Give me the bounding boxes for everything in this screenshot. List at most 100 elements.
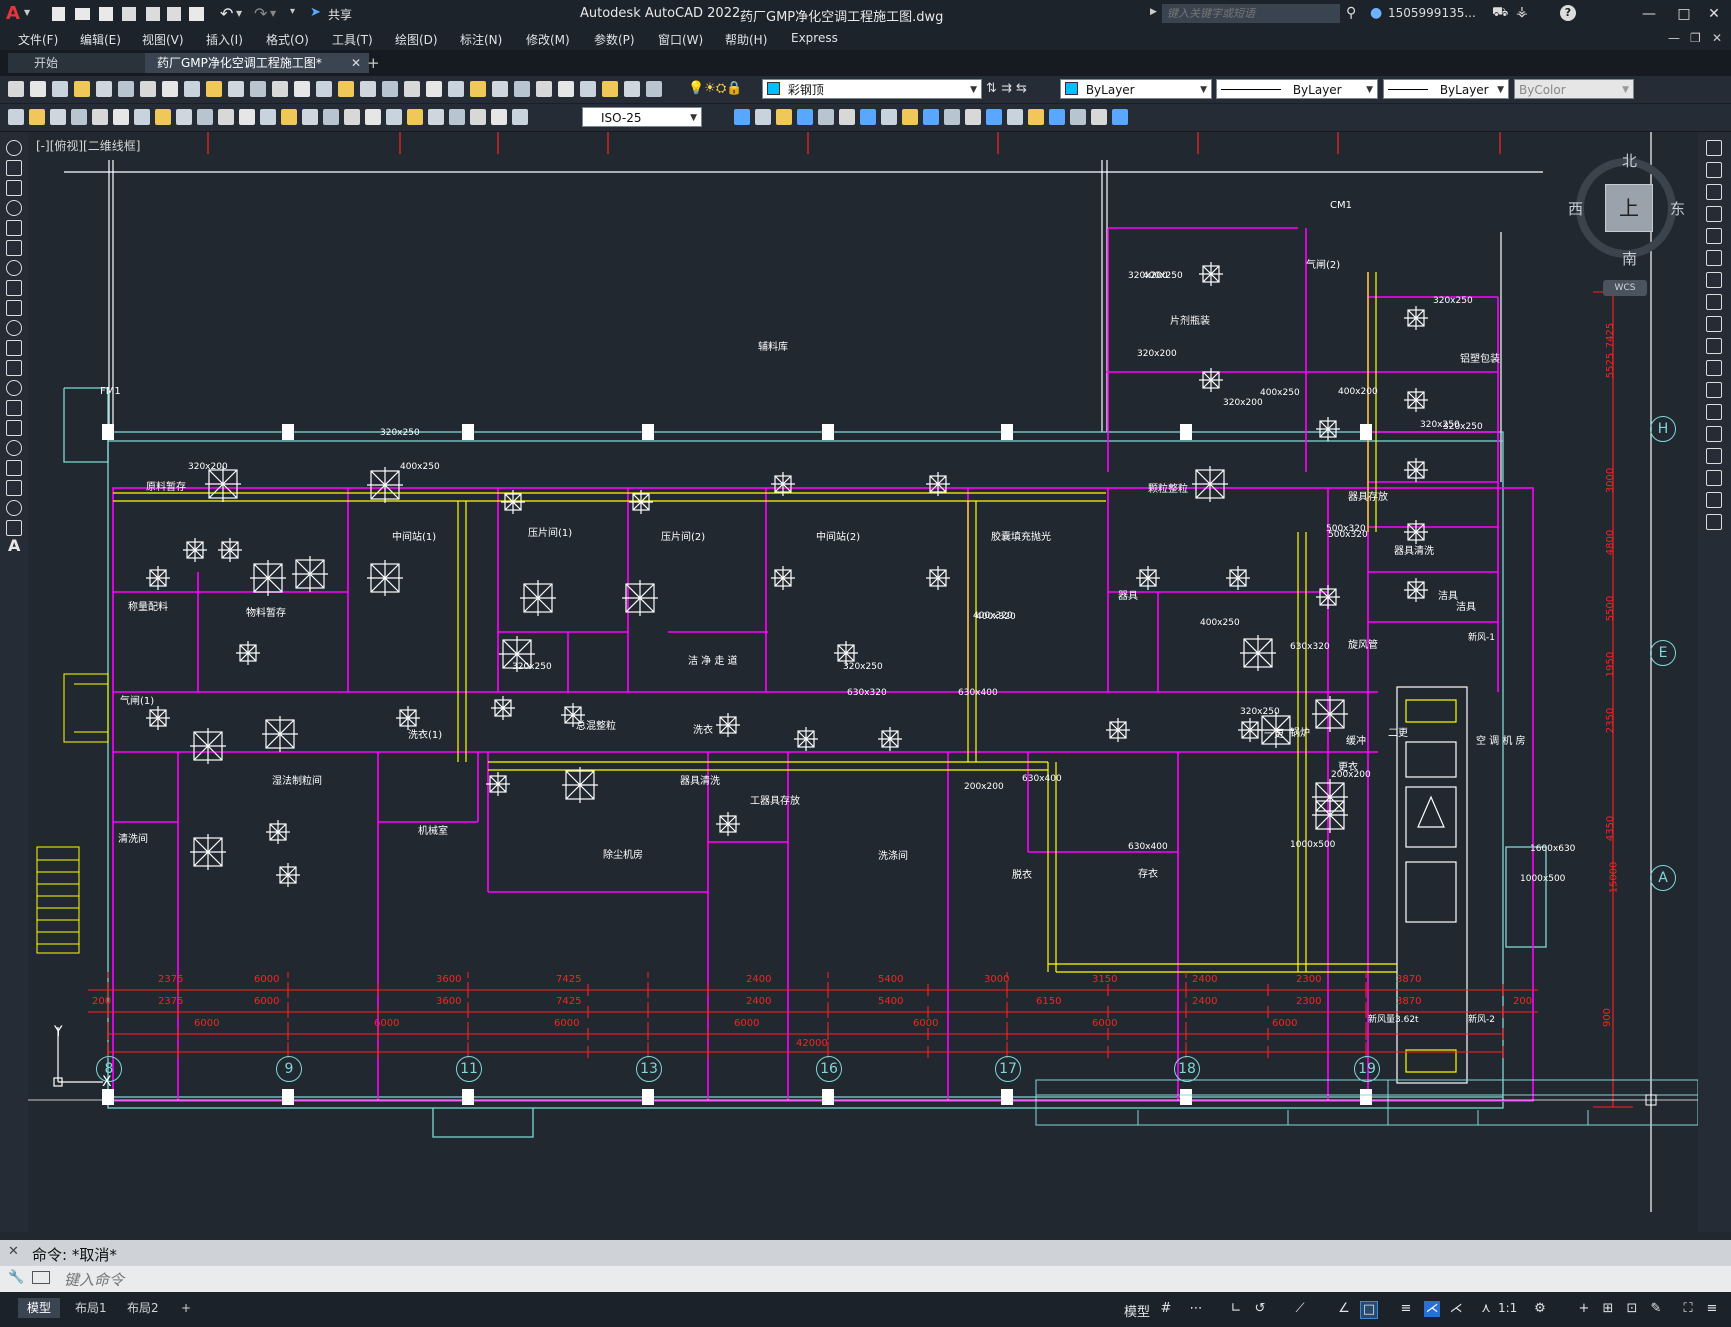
plot-icon[interactable] [189, 7, 204, 21]
search-input[interactable] [1162, 4, 1340, 23]
menu-tools[interactable]: 工具(T) [332, 31, 373, 48]
draw-tool-icon[interactable] [6, 280, 22, 296]
menu-file[interactable]: 文件(F) [18, 31, 58, 48]
toolbar-tool-icon[interactable] [646, 81, 662, 97]
help-icon[interactable]: ? [1560, 5, 1576, 21]
dimension-tool-icon[interactable] [407, 109, 423, 125]
isolate-objects-icon[interactable]: ✎ [1648, 1301, 1664, 1317]
layer-tools-icons[interactable]: ⇅ ⇉ ⇆ [986, 81, 1027, 96]
user-icon[interactable]: ● [1370, 5, 1382, 21]
redo-arrow-icon[interactable]: ▼ [270, 9, 276, 18]
modify-tool-icon[interactable] [818, 109, 834, 125]
modify-tool-icon[interactable] [1706, 338, 1722, 354]
toolbar-tool-icon[interactable] [52, 81, 68, 97]
minimize-button[interactable]: — [1640, 5, 1658, 23]
draw-tool-icon[interactable] [6, 160, 22, 176]
toolbar-tool-icon[interactable] [404, 81, 420, 97]
toolbar-tool-icon[interactable] [206, 81, 222, 97]
toolbar-tool-icon[interactable] [272, 81, 288, 97]
modify-tool-icon[interactable] [1112, 109, 1128, 125]
autodesk-icon[interactable]: ⚶ [1516, 4, 1528, 20]
toolbar-tool-icon[interactable] [74, 81, 90, 97]
menu-modify[interactable]: 修改(M) [526, 31, 570, 48]
modify-tool-icon[interactable] [755, 109, 771, 125]
dimension-tool-icon[interactable] [281, 109, 297, 125]
modify-tool-icon[interactable] [1706, 514, 1722, 530]
toolbar-tool-icon[interactable] [492, 81, 508, 97]
modify-tool-icon[interactable] [1706, 206, 1722, 222]
modify-tool-icon[interactable] [986, 109, 1002, 125]
modify-tool-icon[interactable] [1706, 404, 1722, 420]
menu-express[interactable]: Express [791, 31, 838, 45]
dimension-tool-icon[interactable] [218, 109, 234, 125]
dimension-tool-icon[interactable] [260, 109, 276, 125]
search-icon[interactable]: ⚲ [1346, 5, 1356, 21]
osnap-icon[interactable]: ∠ [1336, 1301, 1352, 1317]
toolbar-tool-icon[interactable] [294, 81, 310, 97]
modify-tool-icon[interactable] [1706, 250, 1722, 266]
viewcube[interactable]: 上 北 南 西 东 WCS [1558, 146, 1685, 296]
draw-tool-icon[interactable] [6, 140, 22, 156]
dimension-tool-icon[interactable] [302, 109, 318, 125]
modify-tool-icon[interactable] [839, 109, 855, 125]
modify-tool-icon[interactable] [1706, 470, 1722, 486]
menu-parameter[interactable]: 参数(P) [594, 31, 635, 48]
viewcube-west[interactable]: 西 [1568, 198, 1583, 219]
draw-tool-icon[interactable] [6, 240, 22, 256]
draw-tool-icon[interactable] [6, 460, 22, 476]
toolbar-tool-icon[interactable] [162, 81, 178, 97]
draw-tool-icon[interactable] [6, 320, 22, 336]
menu-dimension[interactable]: 标注(N) [460, 31, 502, 48]
close-button[interactable]: ✕ [1705, 5, 1723, 23]
modify-tool-icon[interactable] [1706, 448, 1722, 464]
undo-icon[interactable]: ↶ [220, 4, 233, 23]
share-icon[interactable]: ➤ [310, 5, 321, 20]
draw-tool-icon[interactable] [6, 220, 22, 236]
dimension-tool-icon[interactable] [197, 109, 213, 125]
dimension-tool-icon[interactable] [386, 109, 402, 125]
draw-tool-icon[interactable] [6, 480, 22, 496]
otrack-icon[interactable]: □ [1360, 1301, 1378, 1319]
modify-tool-icon[interactable] [797, 109, 813, 125]
dimension-tool-icon[interactable] [449, 109, 465, 125]
draw-tool-icon[interactable] [6, 500, 22, 516]
draw-tool-icon[interactable] [6, 260, 22, 276]
toolbar-tool-icon[interactable] [360, 81, 376, 97]
modify-tool-icon[interactable] [881, 109, 897, 125]
ortho-icon[interactable]: ∟ [1228, 1301, 1244, 1317]
modify-tool-icon[interactable] [1706, 316, 1722, 332]
modify-tool-icon[interactable] [1028, 109, 1044, 125]
toolbar-tool-icon[interactable] [624, 81, 640, 97]
menu-insert[interactable]: 插入(I) [206, 31, 243, 48]
toolbar-tool-icon[interactable] [426, 81, 442, 97]
dimension-tool-icon[interactable] [239, 109, 255, 125]
new-tab-button[interactable]: + [367, 54, 380, 72]
toolbar-tool-icon[interactable] [382, 81, 398, 97]
viewcube-north[interactable]: 北 [1622, 150, 1637, 171]
menu-format[interactable]: 格式(O) [266, 31, 309, 48]
dimension-tool-icon[interactable] [71, 109, 87, 125]
customize-wrench-icon[interactable]: 🔧 [8, 1270, 24, 1285]
dimension-tool-icon[interactable] [470, 109, 486, 125]
modify-tool-icon[interactable] [1706, 272, 1722, 288]
web-open-icon[interactable] [146, 7, 160, 21]
workspace-gear-icon[interactable]: ⚙ [1532, 1301, 1548, 1317]
menu-edit[interactable]: 编辑(E) [80, 31, 121, 48]
modify-tool-icon[interactable] [944, 109, 960, 125]
modify-tool-icon[interactable] [902, 109, 918, 125]
modify-tool-icon[interactable] [1706, 140, 1722, 156]
dimension-tool-icon[interactable] [176, 109, 192, 125]
modify-tool-icon[interactable] [1706, 492, 1722, 508]
toolbar-tool-icon[interactable] [316, 81, 332, 97]
tab-close-icon[interactable]: ✕ [351, 53, 361, 73]
draw-tool-icon[interactable] [6, 520, 22, 536]
polar-icon[interactable]: ↺ [1252, 1301, 1268, 1317]
plotstyle-dropdown[interactable]: ByColor ▼ [1514, 79, 1634, 99]
cart-icon[interactable]: ⛟ [1492, 5, 1508, 22]
dimstyle-dropdown[interactable]: ISO-25 ▼ [582, 107, 702, 127]
doc-minimize-button[interactable]: — [1668, 31, 1680, 45]
annotation-scale-icon[interactable]: ⋏ [1478, 1301, 1494, 1317]
modify-tool-icon[interactable] [1706, 184, 1722, 200]
toolbar-tool-icon[interactable] [536, 81, 552, 97]
draw-tool-icon[interactable] [6, 420, 22, 436]
